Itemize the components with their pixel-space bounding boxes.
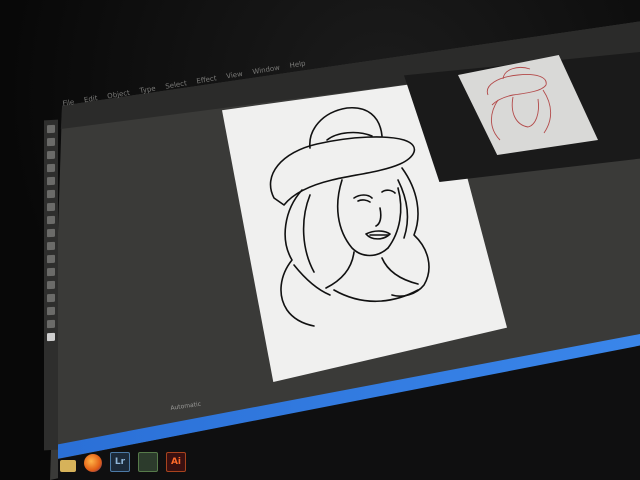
- firefox-icon[interactable]: [84, 454, 102, 472]
- direct-selection-tool-icon[interactable]: [47, 137, 55, 147]
- rectangle-tool-icon[interactable]: [47, 189, 55, 199]
- taskbar-apps: Lr Ai: [60, 452, 186, 472]
- selection-tool-icon[interactable]: [47, 124, 55, 134]
- shape-builder-tool-icon[interactable]: [47, 267, 55, 277]
- line-tool-icon[interactable]: [47, 176, 55, 186]
- brush-tool-icon[interactable]: [47, 202, 55, 212]
- pencil-tool-icon[interactable]: [47, 215, 55, 225]
- tools-panel[interactable]: [44, 119, 58, 451]
- app-icon[interactable]: [138, 452, 158, 472]
- illustrator-icon[interactable]: Ai: [166, 452, 186, 472]
- folder-icon[interactable]: [60, 460, 76, 472]
- pen-tool-icon[interactable]: [47, 150, 55, 160]
- zoom-tool-icon[interactable]: [47, 319, 55, 329]
- gradient-tool-icon[interactable]: [47, 280, 55, 290]
- hand-tool-icon[interactable]: [47, 306, 55, 316]
- eyedropper-tool-icon[interactable]: [47, 293, 55, 303]
- navigator-drawing-preview: [486, 67, 552, 141]
- scale-tool-icon[interactable]: [47, 241, 55, 251]
- type-tool-icon[interactable]: [47, 163, 55, 173]
- lightroom-icon[interactable]: Lr: [110, 452, 130, 472]
- rotate-tool-icon[interactable]: [47, 228, 55, 238]
- width-tool-icon[interactable]: [47, 254, 55, 264]
- fill-stroke-swatch-icon[interactable]: [47, 332, 55, 342]
